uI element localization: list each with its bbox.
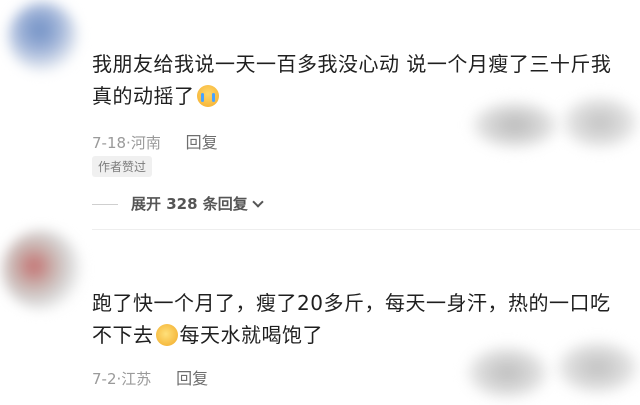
- divider: [92, 204, 118, 205]
- divider: [92, 229, 640, 230]
- comment-meta: 7-18·河南 回复: [92, 133, 218, 152]
- sweating-face-icon: [155, 324, 178, 346]
- comment-meta: 7-2·江苏 回复: [92, 369, 209, 388]
- blurred-area: [465, 345, 550, 400]
- reply-button[interactable]: 回复: [186, 133, 218, 152]
- comment-location: 河南: [130, 134, 161, 152]
- chevron-down-icon: [252, 196, 264, 208]
- comment-date: 7-2: [92, 370, 117, 388]
- avatar[interactable]: [2, 230, 82, 310]
- comment-text: 我朋友给我说一天一百多我没心动 说一个月瘦了三十斤我真的动摇了: [92, 52, 612, 108]
- comment-date: 7-18: [92, 134, 127, 152]
- avatar[interactable]: [8, 2, 78, 72]
- crying-face-icon: [196, 85, 219, 107]
- expand-replies-button[interactable]: 展开 328 条回复: [131, 193, 264, 214]
- comment-text: 跑了快一个月了，瘦了20多斤，每天一身汗，热的一口吃不下去 每天水就喝饱了: [92, 291, 611, 347]
- comment-location: 江苏: [121, 370, 152, 388]
- reply-button[interactable]: 回复: [176, 369, 208, 388]
- author-liked-badge: 作者赞过: [92, 156, 153, 177]
